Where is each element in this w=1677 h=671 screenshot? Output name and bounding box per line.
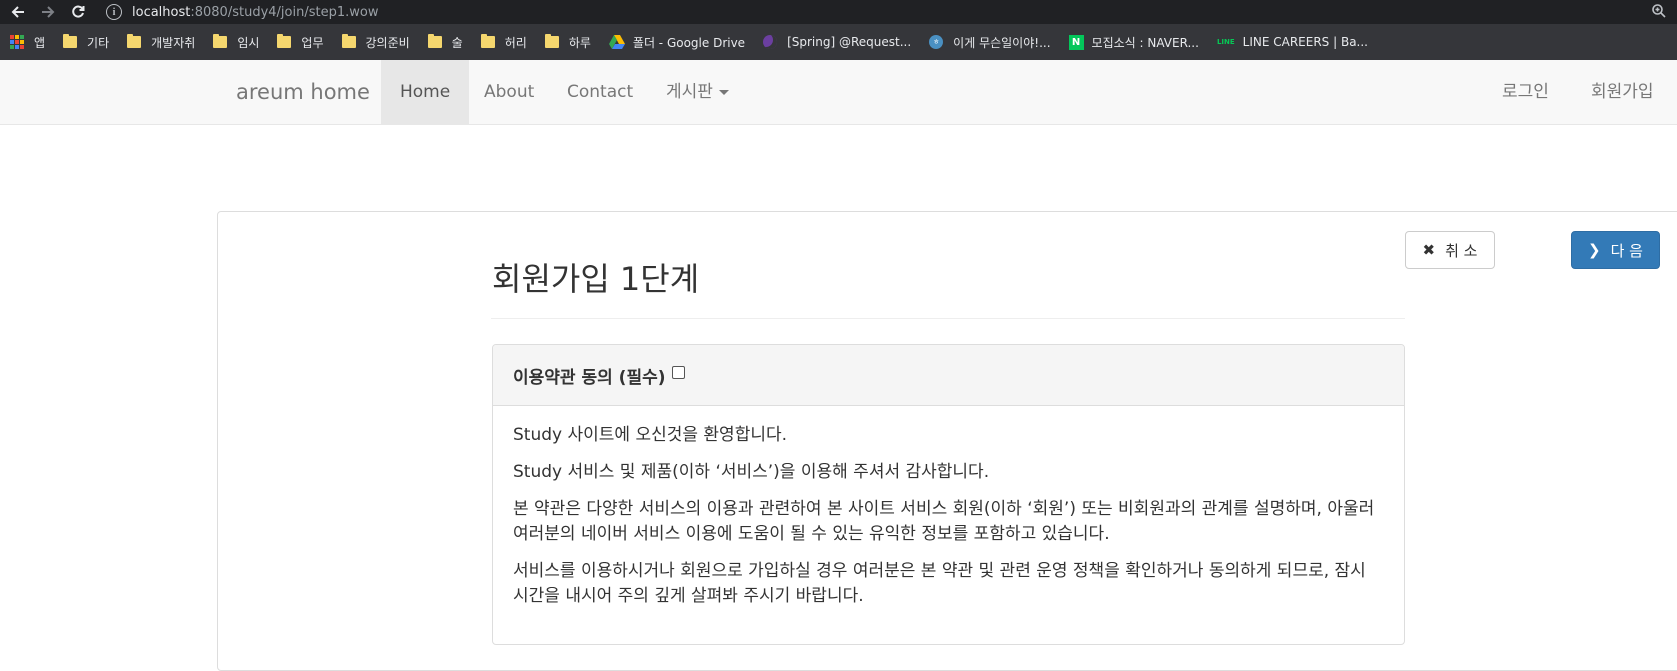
bookmark-spring[interactable]: [Spring] @Request... [763, 35, 911, 49]
folder-icon [277, 34, 292, 48]
bookmark-folder[interactable]: 하루 [544, 34, 591, 51]
terms-paragraph: Study 서비스 및 제품(이하 ‘서비스’)을 이용해 주셔서 감사합니다. [513, 462, 990, 482]
nav-contact[interactable]: Contact [548, 60, 652, 124]
bookmark-folder[interactable]: 임시 [213, 34, 259, 51]
bookmark-label: 이게 무슨일이야!... [953, 35, 1051, 50]
terms-paragraph: 서비스를 이용하시거나 회원으로 가입하실 경우 여러분은 본 약관 및 관련 … [513, 561, 1366, 606]
cancel-button[interactable]: ✖ 취 소 [1405, 231, 1495, 269]
url-host: localhost [132, 4, 191, 20]
bookmark-label: 앱 [34, 35, 46, 50]
apps-grid-icon [10, 35, 24, 49]
naver-icon: N [1068, 34, 1084, 50]
bookmark-folder[interactable]: 강의준비 [341, 34, 410, 51]
line-icon: LINE [1216, 38, 1235, 46]
folder-icon [341, 34, 356, 48]
url-path: :8080/study4/join/step1.wow [190, 4, 379, 20]
nav-home[interactable]: Home [381, 60, 470, 124]
terms-paragraph: Study 사이트에 오신것을 환영합니다. [513, 425, 788, 445]
chevron-right-icon: ❯ [1588, 241, 1601, 259]
site-navbar: areum home Home About Contact 게시판 로그인 회원… [0, 60, 1677, 125]
terms-paragraph: 본 약관은 다양한 서비스의 이용과 관련하여 본 사이트 서비스 회원(이하 … [513, 499, 1375, 544]
terms-panel-heading: 이용약관 동의 (필수) [493, 345, 1404, 406]
info-icon[interactable]: i [106, 4, 122, 20]
nav-board-dropdown[interactable]: 게시판 [647, 60, 748, 124]
next-button[interactable]: ❯ 다 음 [1571, 231, 1660, 269]
bookmark-label: 하루 [568, 35, 591, 50]
bookmarks-bar: 앱 기타 개발자취 임시 업무 강의준비 술 허리 하루 폴더 - Google… [0, 24, 1677, 60]
folder-icon [127, 34, 142, 48]
bookmark-label: LINE CAREERS | Ba... [1242, 35, 1368, 49]
bookmark-label: 술 [451, 35, 463, 50]
terms-panel-body: Study 사이트에 오신것을 환영합니다. Study 서비스 및 제품(이하… [493, 406, 1404, 609]
bookmark-label: 모집소식 : NAVER... [1091, 35, 1199, 50]
nav-board-label: 게시판 [666, 82, 713, 102]
moon-icon [763, 35, 778, 49]
bookmark-label: 업무 [301, 35, 324, 50]
google-drive-icon [608, 35, 625, 49]
address-bar[interactable]: i localhost:8080/study4/join/step1.wow [106, 0, 378, 24]
close-icon: ✖ [1422, 241, 1436, 259]
bookmark-google-drive[interactable]: 폴더 - Google Drive [608, 34, 746, 51]
bookmark-folder[interactable]: 술 [427, 34, 463, 51]
terms-agree-checkbox[interactable] [671, 365, 685, 379]
bookmark-folder[interactable]: 기타 [63, 34, 109, 51]
bookmark-label: 개발자취 [151, 35, 196, 50]
bookmark-line[interactable]: LINE LINE CAREERS | Ba... [1217, 35, 1368, 49]
bookmark-folder[interactable]: 개발자취 [127, 34, 195, 51]
bookmark-label: 허리 [504, 35, 527, 50]
bookmark-folder[interactable]: 허리 [480, 34, 527, 51]
terms-title: 이용약관 동의 (필수) [513, 367, 666, 388]
nav-signup[interactable]: 회원가입 [1572, 60, 1673, 124]
folder-icon [544, 34, 559, 48]
reload-icon[interactable] [66, 0, 90, 24]
title-divider [491, 318, 1405, 319]
page-title: 회원가입 1단계 [492, 260, 700, 298]
nav-about[interactable]: About [465, 60, 553, 124]
bookmark-label: 강의준비 [365, 35, 410, 50]
bookmark-label: 기타 [87, 35, 110, 50]
forward-arrow-icon[interactable] [36, 0, 60, 24]
cancel-label: 취 소 [1445, 241, 1478, 260]
folder-icon [213, 34, 228, 48]
folder-icon [427, 34, 442, 48]
bookmark-label: 폴더 - Google Drive [632, 35, 746, 50]
bookmark-site[interactable]: ㅎ 이게 무슨일이야!... [929, 34, 1051, 51]
nav-login[interactable]: 로그인 [1483, 60, 1568, 124]
bookmark-folder[interactable]: 업무 [277, 34, 324, 51]
back-arrow-icon[interactable] [6, 0, 30, 24]
zoom-icon[interactable] [1651, 3, 1669, 21]
bookmark-label: 임시 [237, 35, 260, 50]
bookmark-apps[interactable]: 앱 [10, 34, 45, 51]
bookmark-label: [Spring] @Request... [787, 35, 912, 49]
terms-panel: 이용약관 동의 (필수) Study 사이트에 오신것을 환영합니다. Stud… [492, 344, 1405, 645]
browser-toolbar: i localhost:8080/study4/join/step1.wow [0, 0, 1677, 24]
folder-icon [480, 34, 495, 48]
caret-down-icon [718, 89, 729, 95]
bookmark-naver[interactable]: N 모집소식 : NAVER... [1068, 34, 1199, 51]
site-icon: ㅎ [929, 35, 944, 49]
next-label: 다 음 [1610, 241, 1643, 260]
navbar-brand[interactable]: areum home [236, 60, 370, 124]
folder-icon [63, 34, 78, 48]
